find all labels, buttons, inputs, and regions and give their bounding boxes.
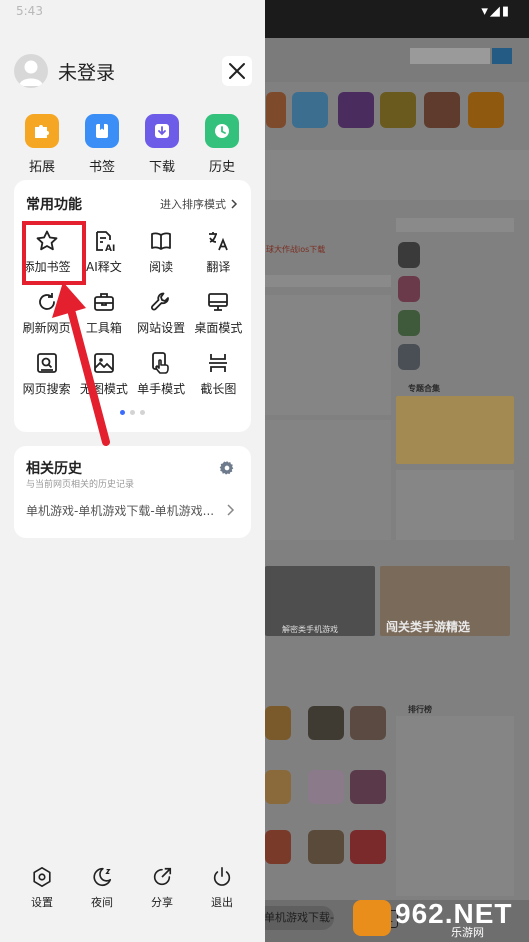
red-arrow-annotation bbox=[52, 282, 110, 446]
